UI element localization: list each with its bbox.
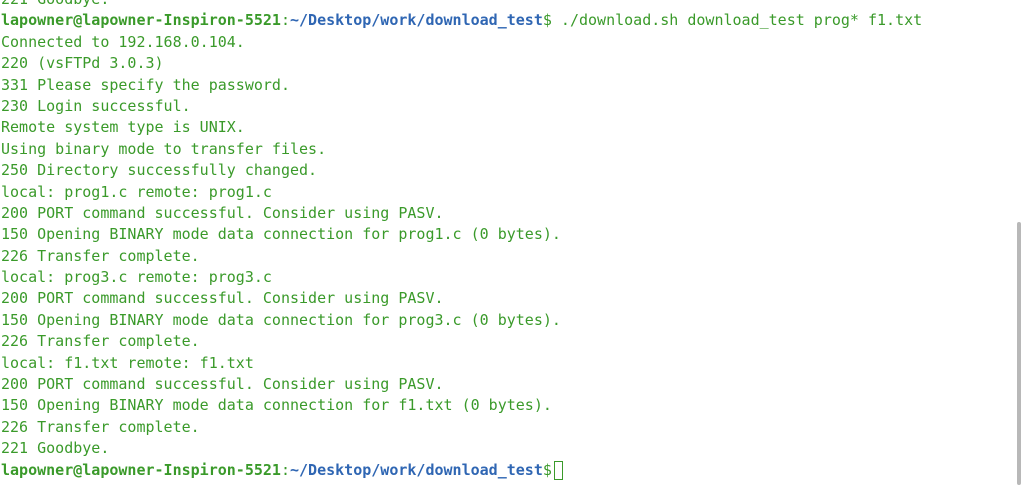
- output-line: 226 Transfer complete.: [1, 332, 200, 351]
- prompt-symbol: $: [542, 460, 552, 479]
- output-line: 150 Opening BINARY mode data connection …: [1, 396, 552, 415]
- output-line: 200 PORT command successful. Consider us…: [1, 375, 444, 394]
- prompt-user-host: lapowner@lapowner-Inspiron-5521: [1, 11, 281, 30]
- prompt-separator: :: [280, 11, 290, 30]
- output-line: local: f1.txt remote: f1.txt: [1, 353, 254, 372]
- terminal-output: 221 Goodbye. lapowner@lapowner-Inspiron-…: [1, 0, 1010, 481]
- prompt-path: ~/Desktop/work/download_test: [290, 11, 543, 30]
- output-line: 220 (vsFTPd 3.0.3): [1, 54, 164, 73]
- output-line: 250 Directory successfully changed.: [1, 161, 318, 180]
- command-text: ./download.sh download_test prog* f1.txt: [551, 11, 923, 30]
- output-line: 226 Transfer complete.: [1, 246, 200, 265]
- output-line: 200 PORT command successful. Consider us…: [1, 203, 444, 222]
- output-line: local: prog3.c remote: prog3.c: [1, 268, 272, 287]
- output-line: 331 Please specify the password.: [1, 75, 290, 94]
- prompt-separator: :: [280, 460, 290, 479]
- scrollbar-thumb[interactable]: [1017, 222, 1021, 485]
- output-line: Connected to 192.168.0.104.: [1, 32, 245, 51]
- output-line: Using binary mode to transfer files.: [1, 139, 327, 158]
- command-prompt-line: lapowner@lapowner-Inspiron-5521:~/Deskto…: [1, 10, 1010, 31]
- prompt-user-host: lapowner@lapowner-Inspiron-5521: [1, 460, 281, 479]
- scrolled-off-line: 221 Goodbye.: [1, 0, 1010, 10]
- output-line: 230 Login successful.: [1, 96, 191, 115]
- output-line: 221 Goodbye.: [1, 439, 110, 458]
- vertical-scrollbar[interactable]: [1015, 0, 1021, 485]
- output-line: local: prog1.c remote: prog1.c: [1, 182, 272, 201]
- output-line: Remote system type is UNIX.: [1, 118, 245, 137]
- text-cursor: [553, 460, 563, 480]
- output-line: 150 Opening BINARY mode data connection …: [1, 310, 561, 329]
- prompt-symbol: $: [542, 11, 552, 30]
- output-line: 150 Opening BINARY mode data connection …: [1, 225, 561, 244]
- output-line: 226 Transfer complete.: [1, 417, 200, 436]
- active-prompt-line[interactable]: lapowner@lapowner-Inspiron-5521:~/Deskto…: [1, 460, 1010, 481]
- output-line: 200 PORT command successful. Consider us…: [1, 289, 444, 308]
- terminal-window[interactable]: 221 Goodbye. lapowner@lapowner-Inspiron-…: [0, 0, 1024, 485]
- prompt-path: ~/Desktop/work/download_test: [290, 460, 543, 479]
